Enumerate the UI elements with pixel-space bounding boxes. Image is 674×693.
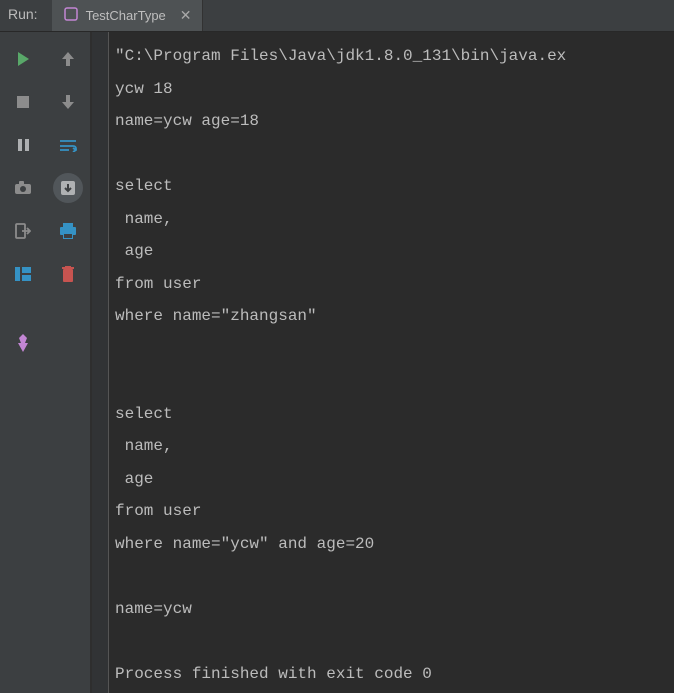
- clear-button[interactable]: [53, 259, 83, 289]
- scroll-down-button[interactable]: [53, 87, 83, 117]
- camera-button[interactable]: [8, 173, 38, 203]
- class-file-icon: [64, 7, 78, 24]
- toolbar-col-left: [0, 32, 45, 693]
- console-output[interactable]: "C:\Program Files\Java\jdk1.8.0_131\bin\…: [109, 32, 674, 693]
- scroll-to-end-button[interactable]: [53, 173, 83, 203]
- tab-testchartype[interactable]: TestCharType ✕: [52, 0, 203, 31]
- run-button[interactable]: [8, 44, 38, 74]
- close-icon[interactable]: ✕: [180, 7, 192, 24]
- soft-wrap-button[interactable]: [53, 130, 83, 160]
- tab-label: TestCharType: [86, 8, 166, 23]
- stop-button[interactable]: [8, 87, 38, 117]
- pause-button[interactable]: [8, 130, 38, 160]
- pin-button[interactable]: [8, 328, 38, 358]
- print-button[interactable]: [53, 216, 83, 246]
- layout-button[interactable]: [8, 259, 38, 289]
- console-area: "C:\Program Files\Java\jdk1.8.0_131\bin\…: [92, 32, 674, 693]
- console-gutter: [92, 32, 109, 693]
- run-tool-header: Run: TestCharType ✕: [0, 0, 674, 32]
- exit-button[interactable]: [8, 216, 38, 246]
- scroll-up-button[interactable]: [53, 44, 83, 74]
- run-tool-body: "C:\Program Files\Java\jdk1.8.0_131\bin\…: [0, 32, 674, 693]
- run-label: Run:: [0, 0, 52, 31]
- toolbar-gutter: [0, 32, 92, 693]
- toolbar-col-right: [45, 32, 90, 693]
